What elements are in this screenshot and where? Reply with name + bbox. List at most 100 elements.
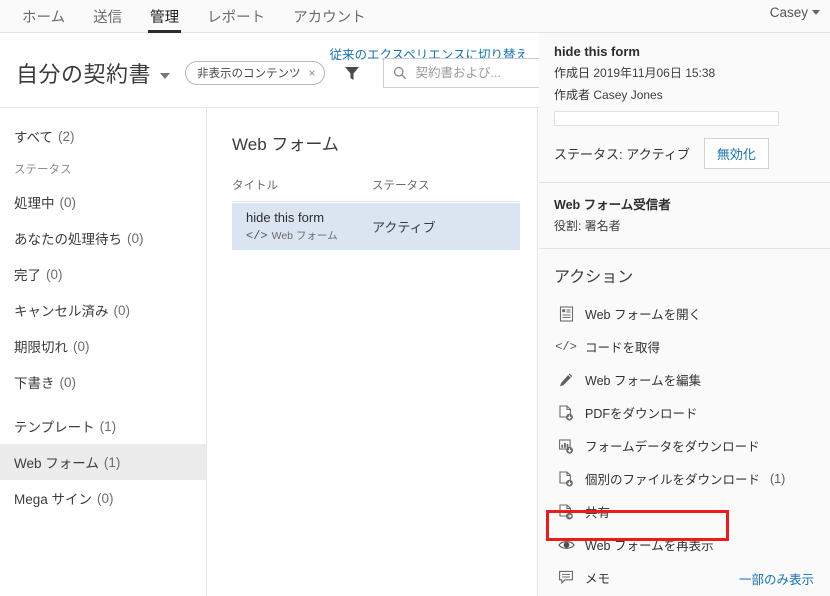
sidebar-item-count: (0) — [113, 302, 131, 318]
title-row: 自分の契約書 非表示のコンテンツ × — [16, 57, 558, 89]
action-download-pdf[interactable]: PDFをダウンロード — [539, 396, 830, 429]
search-icon — [393, 66, 406, 80]
sidebar-item-label: 期限切れ — [14, 340, 68, 355]
sidebar-item-expired[interactable]: 期限切れ (0) — [0, 328, 206, 364]
left-sidebar: すべて (2) ステータス 処理中 (0) あなたの処理待ち (0) 完了 (0… — [0, 108, 207, 596]
detail-recipients-section: Web フォーム受信者 役割: 署名者 — [539, 183, 830, 249]
note-icon — [557, 570, 575, 585]
detail-status-row: ステータス: アクティブ 無効化 — [554, 138, 815, 169]
sidebar-heading-templates[interactable]: テンプレート (1) — [0, 408, 206, 444]
nav-item-home[interactable]: ホーム — [8, 10, 79, 34]
nav-item-send[interactable]: 送信 — [79, 10, 136, 34]
sidebar-item-label: すべて — [14, 130, 54, 145]
pencil-icon — [557, 372, 575, 388]
chevron-down-icon — [812, 10, 820, 15]
list-panel-title: Web フォーム — [232, 135, 339, 154]
detail-title: hide this form — [554, 44, 640, 59]
list-column-headers: タイトル ステータス — [232, 177, 520, 202]
filter-chip-hidden-content[interactable]: 非表示のコンテンツ × — [185, 61, 325, 85]
column-header-title: タイトル — [232, 180, 278, 192]
sidebar-item-count: (1) — [99, 418, 117, 434]
row-subtitle: </> Web フォーム — [246, 228, 372, 243]
status-badge: ステータス: アクティブ — [554, 144, 690, 163]
sidebar-item-count: (0) — [59, 374, 77, 390]
action-label: フォームデータをダウンロード — [585, 440, 760, 454]
row-main: hide this form </> Web フォーム — [246, 210, 372, 244]
user-menu[interactable]: Casey — [770, 5, 820, 20]
detail-note-field[interactable] — [554, 111, 779, 126]
sidebar-item-label: Web フォーム — [14, 456, 99, 471]
detail-author-label: 作成者 — [554, 88, 591, 102]
detail-panel: hide this form 作成日 2019年11月06日 15:38 作成者… — [539, 33, 830, 596]
sidebar-item-completed[interactable]: 完了 (0) — [0, 256, 206, 292]
sidebar-item-count: (2) — [58, 128, 75, 144]
title-chevron-down-icon[interactable] — [160, 72, 171, 79]
chart-download-icon — [557, 438, 575, 454]
detail-author: 作成者 Casey Jones — [554, 86, 815, 103]
action-get-code[interactable]: </> コードを取得 — [539, 330, 830, 363]
sidebar-item-all[interactable]: すべて (2) — [0, 118, 206, 154]
document-open-icon — [557, 305, 575, 322]
pdf-download-icon — [557, 404, 575, 421]
top-navigation-bar: ホーム 送信 管理 レポート アカウント Casey — [0, 0, 830, 33]
deactivate-button[interactable]: 無効化 — [703, 138, 769, 169]
row-status: アクティブ — [372, 220, 436, 235]
sidebar-item-count: (1) — [103, 454, 121, 470]
sidebar-item-web-forms[interactable]: Web フォーム (1) — [0, 444, 206, 480]
sidebar-item-count: (0) — [46, 266, 63, 282]
filter-funnel-icon[interactable] — [344, 65, 360, 81]
sidebar-item-count: (0) — [127, 230, 144, 246]
sidebar-item-label: 完了 — [14, 268, 41, 283]
nav-item-account[interactable]: アカウント — [279, 10, 380, 34]
eye-icon — [557, 538, 575, 552]
sidebar-item-count: (0) — [73, 338, 90, 354]
action-count: (1) — [770, 471, 786, 486]
sidebar-item-in-progress[interactable]: 処理中 (0) — [0, 184, 206, 220]
sidebar-item-label: Mega サイン — [14, 492, 93, 507]
sidebar-item-waiting-for-you[interactable]: あなたの処理待ち (0) — [0, 220, 206, 256]
action-edit-web-form[interactable]: Web フォームを編集 — [539, 363, 830, 396]
action-label: Web フォームを編集 — [585, 374, 702, 388]
detail-summary-section: hide this form 作成日 2019年11月06日 15:38 作成者… — [539, 33, 830, 183]
action-share[interactable]: 共有 — [539, 495, 830, 528]
sidebar-item-label: あなたの処理待ち — [14, 232, 122, 247]
action-label: Web フォームを開く — [585, 308, 702, 322]
code-icon: </> — [246, 228, 268, 243]
search-box[interactable] — [382, 58, 558, 88]
sidebar-item-count: (0) — [97, 490, 114, 506]
sidebar-item-label: 処理中 — [14, 196, 55, 211]
center-list-panel: Web フォーム タイトル ステータス hide this form </> W… — [208, 108, 538, 596]
status-value: アクティブ — [626, 147, 690, 162]
sidebar-heading-status: ステータス — [14, 164, 72, 176]
nav-item-reports[interactable]: レポート — [193, 10, 279, 34]
app-window: ホーム 送信 管理 レポート アカウント Casey 従来のエクスペリエンスに切… — [0, 0, 830, 596]
action-open-web-form[interactable]: Web フォームを開く — [539, 297, 830, 330]
nav-item-manage[interactable]: 管理 — [136, 10, 193, 34]
code-icon: </> — [555, 339, 577, 354]
show-less-link[interactable]: 一部のみ表示 — [739, 569, 814, 588]
action-label: メモ — [585, 572, 611, 586]
file-download-icon — [557, 470, 575, 487]
sidebar-item-mega-sign[interactable]: Mega サイン (0) — [0, 480, 206, 516]
sidebar-item-label: キャンセル済み — [14, 304, 109, 319]
recipients-title: Web フォーム受信者 — [554, 198, 671, 212]
sidebar-item-label: テンプレート — [14, 420, 95, 435]
action-label: 共有 — [585, 506, 611, 520]
detail-created: 作成日 2019年11月06日 15:38 — [554, 64, 815, 81]
search-input[interactable] — [413, 65, 542, 81]
action-download-form-data[interactable]: フォームデータをダウンロード — [539, 429, 830, 462]
sidebar-item-draft[interactable]: 下書き (0) — [0, 364, 206, 400]
action-download-individual-files[interactable]: 個別のファイルをダウンロード (1) — [539, 462, 830, 495]
page-title: 自分の契約書 — [16, 62, 152, 87]
sidebar-item-cancelled[interactable]: キャンセル済み (0) — [0, 292, 206, 328]
actions-heading: アクション — [554, 269, 634, 286]
action-label: PDFをダウンロード — [585, 407, 698, 421]
user-menu-label: Casey — [769, 5, 808, 20]
action-unhide-web-form[interactable]: Web フォームを再表示 — [539, 528, 830, 561]
recipients-role: 役割: 署名者 — [554, 219, 621, 233]
row-title: hide this form — [246, 209, 325, 225]
table-row[interactable]: hide this form </> Web フォーム アクティブ — [232, 203, 520, 250]
action-label: Web フォームを再表示 — [585, 539, 714, 553]
close-icon[interactable]: × — [309, 66, 316, 80]
